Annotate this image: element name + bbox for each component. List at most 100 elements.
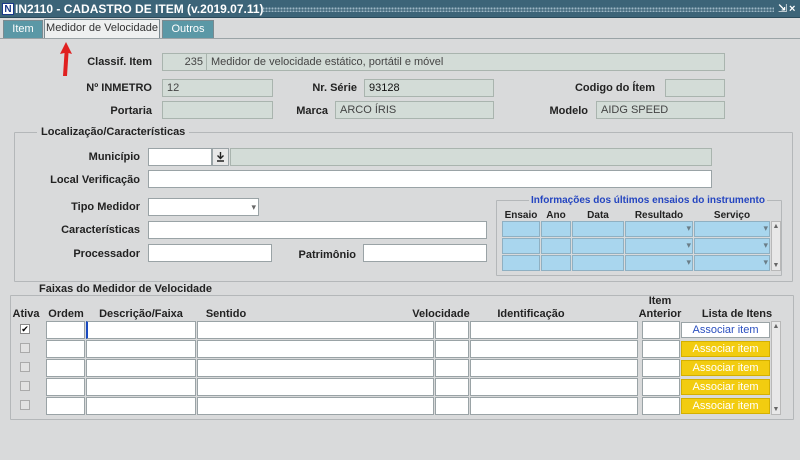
- processador-input[interactable]: [148, 244, 272, 262]
- tab-medidor-velocidade[interactable]: Medidor de Velocidade: [44, 19, 160, 39]
- col-identificacao: Identificação: [497, 308, 565, 320]
- velocidade-input[interactable]: [435, 397, 469, 415]
- tab-item[interactable]: Item: [3, 20, 43, 38]
- associar-item-button[interactable]: Associar item: [681, 322, 770, 338]
- servico-cell: [694, 238, 770, 254]
- serie-label: Nr. Série: [312, 82, 357, 94]
- tipo-medidor-select[interactable]: ▾: [148, 198, 259, 216]
- ativa-checkbox[interactable]: ✔: [20, 324, 30, 334]
- ativa-checkbox[interactable]: [20, 400, 30, 410]
- ensaio-cell: [502, 238, 540, 254]
- associar-item-button[interactable]: Associar item: [681, 360, 770, 376]
- faixas-legend: Faixas do Medidor de Velocidade: [35, 283, 216, 295]
- ano-cell: [541, 221, 571, 237]
- ordem-input[interactable]: [46, 359, 85, 377]
- sentido-input[interactable]: [197, 378, 434, 396]
- modelo-field: AIDG SPEED: [596, 101, 725, 119]
- local-verificacao-input[interactable]: [148, 170, 712, 188]
- classif-desc-field: Medidor de velocidade estático, portátil…: [206, 53, 725, 71]
- tab-outros[interactable]: Outros: [162, 20, 214, 38]
- resultado-cell: [625, 255, 693, 271]
- inmetro-field: 12: [162, 79, 273, 97]
- descricao-input[interactable]: [86, 397, 196, 415]
- ordem-input[interactable]: [46, 321, 85, 339]
- faixas-scrollbar[interactable]: ▲ ▼: [771, 321, 781, 415]
- codigo-label: Codigo do Ítem: [574, 82, 655, 94]
- patrimonio-input[interactable]: [363, 244, 487, 262]
- descricao-input[interactable]: [86, 378, 196, 396]
- col-resultado: Resultado: [634, 210, 684, 221]
- descricao-input[interactable]: [86, 340, 196, 358]
- ordem-input[interactable]: [46, 378, 85, 396]
- sentido-input[interactable]: [197, 359, 434, 377]
- ensaios-scrollbar[interactable]: ▲ ▼: [771, 221, 781, 271]
- ordem-input[interactable]: [46, 340, 85, 358]
- ativa-checkbox[interactable]: [20, 381, 30, 391]
- item-anterior-input[interactable]: [642, 397, 680, 415]
- identificacao-input[interactable]: [470, 359, 638, 377]
- col-item-anterior-2: Anterior: [638, 308, 682, 320]
- caracteristicas-input[interactable]: [148, 221, 487, 239]
- servico-cell: [694, 221, 770, 237]
- ativa-checkbox[interactable]: [20, 343, 30, 353]
- marca-label: Marca: [296, 105, 328, 117]
- scroll-down-icon[interactable]: ▼: [772, 405, 780, 414]
- scroll-up-icon[interactable]: ▲: [772, 322, 780, 331]
- col-ordem: Ordem: [48, 308, 84, 320]
- velocidade-input[interactable]: [435, 321, 469, 339]
- ensaio-cell: [502, 221, 540, 237]
- servico-cell: [694, 255, 770, 271]
- descricao-input[interactable]: [86, 359, 196, 377]
- ensaio-cell: [502, 255, 540, 271]
- caracteristicas-label: Características: [61, 224, 140, 236]
- ativa-checkbox[interactable]: [20, 362, 30, 372]
- sentido-input[interactable]: [197, 397, 434, 415]
- scroll-down-icon[interactable]: ▼: [772, 261, 780, 270]
- item-anterior-input[interactable]: [642, 378, 680, 396]
- shrink-icon[interactable]: ⇲: [778, 2, 787, 16]
- portaria-label: Portaria: [110, 105, 152, 117]
- identificacao-input[interactable]: [470, 340, 638, 358]
- identificacao-input[interactable]: [470, 397, 638, 415]
- col-item-anterior-1: Item: [648, 295, 672, 307]
- local-verificacao-label: Local Verificação: [50, 174, 140, 186]
- col-velocidade: Velocidade: [412, 308, 470, 320]
- download-icon: [217, 152, 224, 162]
- associar-item-button[interactable]: Associar item: [681, 341, 770, 357]
- processador-label: Processador: [73, 248, 140, 260]
- col-ano: Ano: [546, 210, 566, 221]
- velocidade-input[interactable]: [435, 378, 469, 396]
- data-cell: [572, 255, 624, 271]
- tipo-medidor-label: Tipo Medidor: [71, 201, 140, 213]
- identificacao-input[interactable]: [470, 378, 638, 396]
- associar-item-button[interactable]: Associar item: [681, 398, 770, 414]
- sentido-input[interactable]: [197, 321, 434, 339]
- velocidade-input[interactable]: [435, 359, 469, 377]
- associar-item-button[interactable]: Associar item: [681, 379, 770, 395]
- municipio-lov-button[interactable]: [212, 148, 229, 166]
- municipio-code-input[interactable]: [148, 148, 212, 166]
- identificacao-input[interactable]: [470, 321, 638, 339]
- ultimos-ensaios-title: Informações dos últimos ensaios do instr…: [529, 195, 767, 206]
- modelo-label: Modelo: [549, 105, 589, 117]
- classif-label: Classif. Item: [87, 56, 152, 68]
- ordem-input[interactable]: [46, 397, 85, 415]
- col-ativa: Ativa: [12, 308, 40, 320]
- inmetro-label: Nº INMETRO: [86, 82, 152, 94]
- sentido-input[interactable]: [197, 340, 434, 358]
- item-anterior-input[interactable]: [642, 340, 680, 358]
- classif-code-field: 235: [162, 53, 207, 71]
- descricao-input[interactable]: [86, 321, 196, 339]
- col-ensaio: Ensaio: [504, 210, 538, 221]
- col-data: Data: [587, 210, 609, 221]
- velocidade-input[interactable]: [435, 340, 469, 358]
- title-grip: [262, 7, 774, 12]
- app-icon: N: [2, 3, 14, 15]
- item-anterior-input[interactable]: [642, 359, 680, 377]
- serie-field: 93128: [364, 79, 494, 97]
- marca-field: ARCO ÍRIS: [335, 101, 494, 119]
- item-anterior-input[interactable]: [642, 321, 680, 339]
- codigo-field: [665, 79, 725, 97]
- close-icon[interactable]: ×: [789, 2, 795, 16]
- scroll-up-icon[interactable]: ▲: [772, 222, 780, 231]
